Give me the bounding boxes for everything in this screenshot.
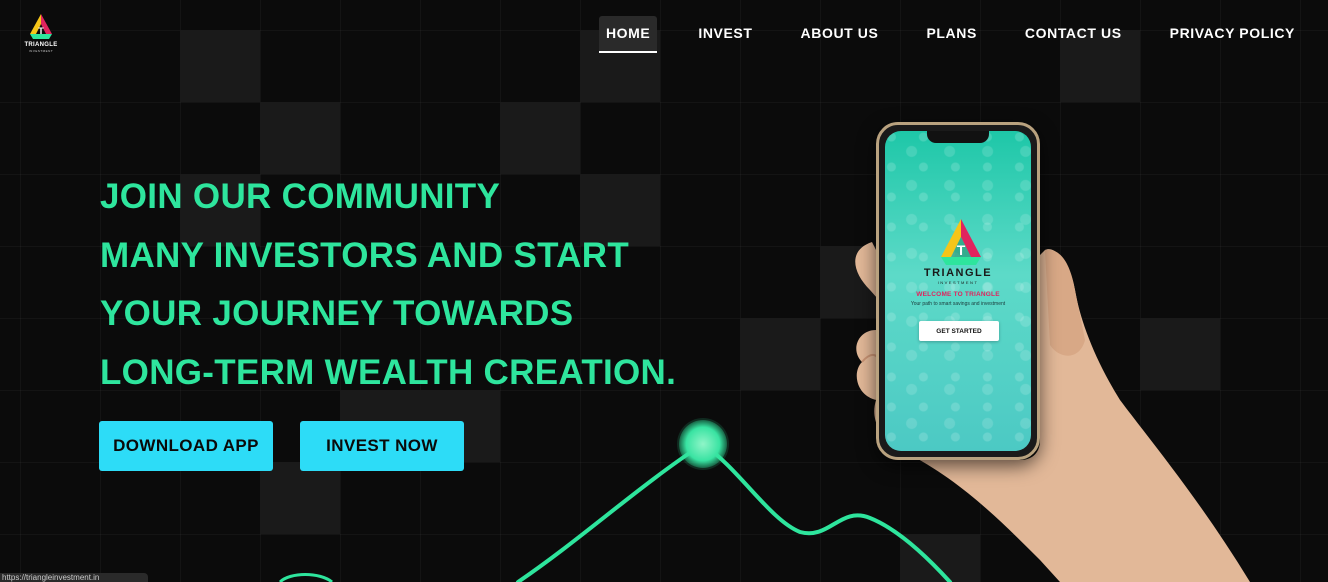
app-get-started-button: GET STARTED [919,321,999,341]
phone-mockup: T TRIANGLE INVESTMENT WELCOME TO TRIANGL… [876,122,1040,460]
app-brand-subtitle: INVESTMENT [937,280,979,285]
phone-notch [927,131,989,143]
app-brand-name: TRIANGLE [923,267,993,279]
app-triangle-logo-icon: T [941,219,981,265]
svg-text:T: T [957,242,966,258]
phone-screen: T TRIANGLE INVESTMENT WELCOME TO TRIANGL… [885,131,1031,451]
page: T TRIANGLE INVESTMENT HOME INVEST ABOUT … [0,0,1328,582]
app-tagline: Your path to smart savings and investmen… [910,301,1006,307]
status-bar-url: https://triangleinvestment.in [0,573,148,582]
hand-illustration [855,242,1250,582]
app-welcome-text: WELCOME TO TRIANGLE [916,291,1000,298]
